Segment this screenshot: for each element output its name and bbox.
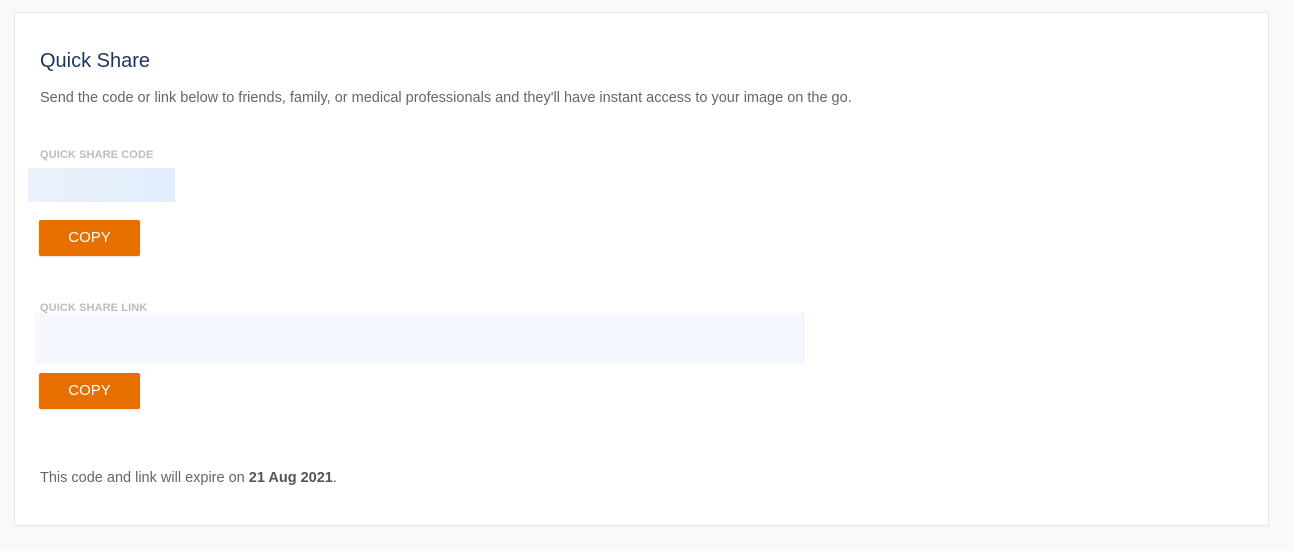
quick-share-code-value [28, 168, 175, 202]
quick-share-card: Quick Share Send the code or link below … [14, 12, 1269, 526]
quick-share-description: Send the code or link below to friends, … [40, 90, 852, 106]
quick-share-code-label: QUICK SHARE CODE [40, 149, 154, 161]
copy-code-button[interactable]: COPY [39, 220, 140, 256]
expiry-suffix: . [332, 470, 337, 486]
quick-share-link-value [35, 313, 804, 364]
expiry-prefix: This code and link will expire on [40, 470, 249, 486]
expiry-notice: This code and link will expire on 21 Aug… [40, 469, 337, 487]
expiry-date: 21 Aug 2021 [248, 470, 333, 486]
page-title: Quick Share [40, 50, 151, 72]
copy-link-button[interactable]: COPY [39, 373, 140, 409]
